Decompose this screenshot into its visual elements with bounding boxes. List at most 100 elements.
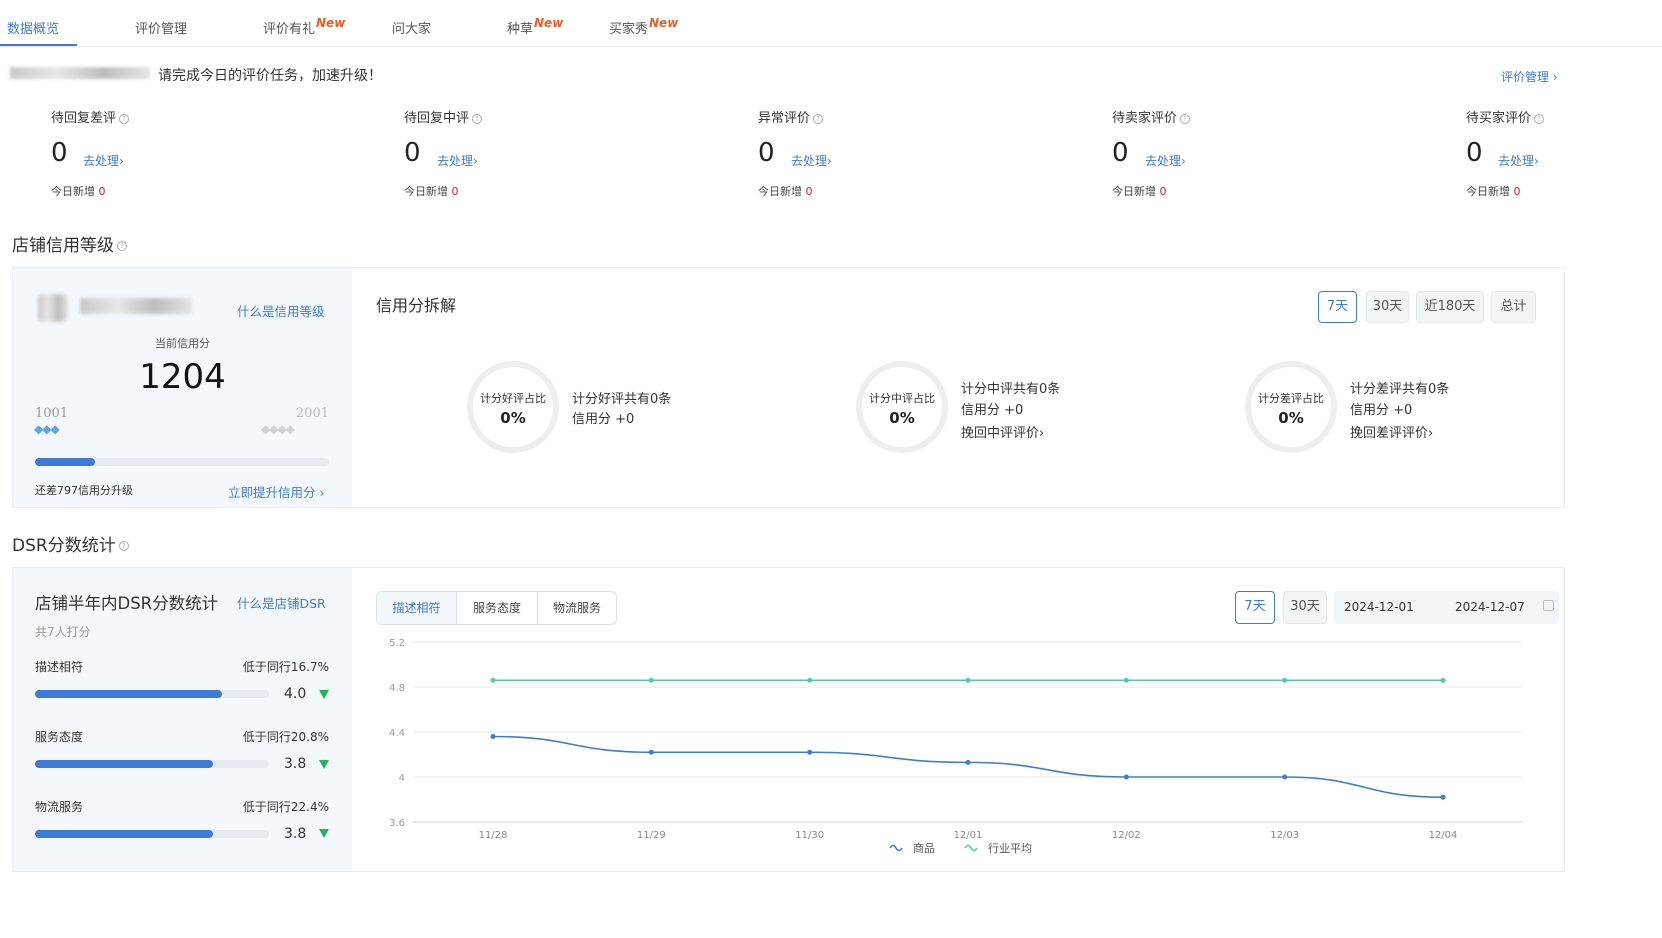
what-is-dsr-link[interactable]: 什么是店铺DSR	[237, 593, 326, 612]
data-point	[648, 749, 654, 755]
new-badge: New	[534, 16, 564, 30]
dsr-item-compare: 低于同行20.8%	[242, 730, 329, 744]
pending-count: 0	[404, 138, 421, 168]
chevron-right-icon: ›	[1552, 70, 1558, 84]
pending-title: 待回复中评?	[404, 107, 483, 126]
help-icon[interactable]: ?	[1534, 113, 1545, 124]
dsr-period-7d-button[interactable]: 7天	[1235, 591, 1275, 624]
top-tab-bar: 数据概览 评价管理 评价有礼New 问大家 种草New 买家秀New	[0, 0, 1662, 47]
new-badge: New	[649, 16, 679, 30]
ring-value: 0%	[500, 409, 526, 427]
go-handle-link[interactable]: 去处理›	[1145, 152, 1186, 169]
chevron-right-icon: ›	[1534, 154, 1539, 168]
good-review-count: 计分好评共有0条	[572, 392, 672, 407]
y-tick-label: 4.8	[389, 683, 405, 694]
dsr-chart-tabs: 描述相符 服务态度 物流服务	[376, 591, 617, 625]
pending-count: 0	[1112, 138, 1129, 168]
good-review-ratio-ring	[467, 361, 559, 453]
level-max: 2001	[295, 406, 329, 421]
chart-tab-logistics[interactable]: 物流服务	[538, 592, 616, 624]
dsr-item-score: 3.8	[284, 826, 307, 842]
data-point	[1440, 677, 1446, 683]
x-tick-label: 12/01	[954, 830, 983, 841]
period-7d-button[interactable]: 7天	[1318, 291, 1357, 323]
date-range-picker[interactable]: 2024-12-01 2024-12-07	[1334, 591, 1559, 624]
review-management-link[interactable]: 评价管理 ›	[1501, 68, 1558, 85]
x-tick-label: 12/02	[1112, 830, 1141, 841]
link-label: 去处理	[1498, 154, 1535, 168]
go-handle-link[interactable]: 去处理›	[83, 152, 124, 169]
today-new-count: 0	[1159, 185, 1167, 198]
good-review-credit: 信用分 +0	[572, 412, 635, 427]
chevron-right-icon: ›	[1181, 154, 1186, 168]
link-label: 挽回差评评价	[1350, 426, 1429, 441]
credit-section-title: 店铺信用等级?	[12, 231, 127, 256]
go-handle-link[interactable]: 去处理›	[791, 152, 832, 169]
help-icon[interactable]: ?	[1180, 113, 1191, 124]
dsr-bar-fill	[35, 760, 213, 768]
pending-count: 0	[758, 138, 775, 168]
period-total-button[interactable]: 总计	[1491, 291, 1536, 323]
section-title-text: 店铺信用等级	[12, 236, 114, 256]
link-label: 评价管理	[1501, 70, 1550, 84]
go-handle-link[interactable]: 去处理›	[1498, 152, 1539, 169]
help-icon[interactable]: ?	[117, 241, 127, 251]
tab-label: 评价有礼	[263, 22, 316, 37]
credit-progress-fill	[35, 458, 95, 466]
chevron-right-icon: ›	[1428, 426, 1434, 441]
x-tick-label: 12/04	[1429, 830, 1458, 841]
calendar-icon[interactable]	[1543, 600, 1554, 611]
x-tick-label: 12/03	[1270, 830, 1299, 841]
credit-score-label: 当前信用分	[155, 337, 210, 350]
ring-label: 计分中评占比	[869, 392, 935, 405]
tab-label: 评价管理	[135, 22, 188, 37]
today-new-label: 今日新增	[1112, 185, 1156, 198]
active-tab-indicator	[0, 44, 77, 46]
recover-negative-link[interactable]: 挽回差评评价›	[1350, 422, 1433, 441]
shop-avatar	[38, 294, 68, 322]
tab-seeding[interactable]: 种草New	[507, 16, 564, 37]
dsr-item-name: 描述相符	[35, 660, 84, 674]
help-icon[interactable]: ?	[472, 113, 483, 124]
go-handle-link[interactable]: 去处理›	[437, 152, 478, 169]
pending-title: 异常评价?	[758, 107, 824, 126]
legend-swatch	[964, 844, 978, 852]
pending-title: 待买家评价?	[1466, 107, 1545, 126]
pending-title-text: 待回复中评	[404, 111, 470, 126]
ring-label: 计分差评占比	[1258, 392, 1324, 405]
data-point	[1282, 677, 1288, 683]
improve-credit-link[interactable]: 立即提升信用分 ›	[228, 482, 325, 501]
pending-title-text: 待回复差评	[51, 111, 117, 126]
tab-label: 问大家	[392, 22, 432, 37]
help-icon[interactable]: ?	[118, 541, 129, 551]
period-30d-button[interactable]: 30天	[1366, 291, 1409, 323]
tab-review-management[interactable]: 评价管理	[135, 18, 187, 37]
section-title-text: DSR分数统计	[12, 536, 116, 556]
tab-buyer-show[interactable]: 买家秀New	[609, 16, 679, 37]
chart-tab-service[interactable]: 服务态度	[457, 592, 538, 624]
data-point	[965, 759, 971, 765]
neutral-review-credit: 信用分 +0	[961, 403, 1024, 418]
chart-tab-description[interactable]: 描述相符	[377, 592, 457, 624]
neutral-review-ratio-ring	[856, 361, 948, 453]
tab-ask-everyone[interactable]: 问大家	[392, 18, 431, 37]
what-is-credit-link[interactable]: 什么是信用等级	[237, 301, 325, 320]
date-end: 2024-12-07	[1455, 600, 1525, 614]
credit-score: 1204	[139, 357, 226, 397]
link-label: 去处理	[83, 154, 120, 168]
help-icon[interactable]: ?	[813, 113, 824, 124]
dsr-trend-chart: 5.2 4.8 4.4 4 3.6 11/28 11/29 11/30 12/01 12/02 12…	[389, 638, 1522, 855]
recover-neutral-link[interactable]: 挽回中评评价›	[961, 422, 1044, 441]
help-icon[interactable]: ?	[119, 113, 130, 124]
dsr-item-score: 4.0	[284, 686, 307, 702]
dsr-period-30d-button[interactable]: 30天	[1283, 591, 1327, 624]
tab-data-overview[interactable]: 数据概览	[7, 18, 59, 37]
y-tick-label: 4	[399, 773, 405, 784]
down-triangle-icon	[319, 690, 329, 699]
dsr-item-compare: 低于同行22.4%	[242, 800, 329, 814]
tab-review-gift[interactable]: 评价有礼New	[263, 16, 345, 37]
period-180d-button[interactable]: 近180天	[1416, 291, 1484, 323]
negative-review-count: 计分差评共有0条	[1350, 382, 1450, 397]
today-new-count: 0	[1513, 185, 1521, 198]
y-tick-label: 4.4	[389, 728, 405, 739]
